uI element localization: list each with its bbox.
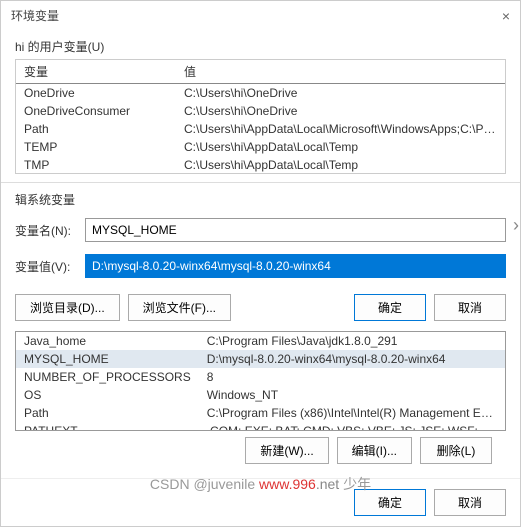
- table-row[interactable]: OneDriveConsumerC:\Users\hi\OneDrive: [16, 102, 505, 120]
- table-row[interactable]: MYSQL_HOMED:\mysql-8.0.20-winx64\mysql-8…: [16, 350, 505, 368]
- var-value-input[interactable]: [85, 254, 506, 278]
- table-row[interactable]: TMPC:\Users\hi\AppData\Local\Temp: [16, 156, 505, 174]
- close-icon[interactable]: ×: [502, 8, 510, 24]
- main-ok-button[interactable]: 确定: [354, 489, 426, 516]
- edit-cancel-button[interactable]: 取消: [434, 294, 506, 321]
- table-row[interactable]: TEMPC:\Users\hi\AppData\Local\Temp: [16, 138, 505, 156]
- table-row[interactable]: OSWindows_NT: [16, 386, 505, 404]
- chevron-right-icon: ›: [513, 215, 519, 236]
- table-row[interactable]: PathC:\Users\hi\AppData\Local\Microsoft\…: [16, 120, 505, 138]
- window-title: 环境变量: [11, 7, 59, 24]
- edit-ok-button[interactable]: 确定: [354, 294, 426, 321]
- user-vars-label: hi 的用户变量(U): [15, 38, 506, 55]
- edit-button[interactable]: 编辑(I)...: [337, 437, 412, 464]
- new-button[interactable]: 新建(W)...: [245, 437, 328, 464]
- table-row[interactable]: PathC:\Program Files (x86)\Intel\Intel(R…: [16, 404, 505, 422]
- col-value: 值: [176, 60, 505, 84]
- browse-file-button[interactable]: 浏览文件(F)...: [128, 294, 231, 321]
- table-row[interactable]: PATHEXT.COM;.EXE;.BAT;.CMD;.VBS;.VBE;.JS…: [16, 422, 505, 431]
- col-name: 变量: [16, 60, 176, 84]
- browse-dir-button[interactable]: 浏览目录(D)...: [15, 294, 120, 321]
- table-row[interactable]: Java_homeC:\Program Files\Java\jdk1.8.0_…: [16, 332, 505, 350]
- sys-vars-table[interactable]: Java_homeC:\Program Files\Java\jdk1.8.0_…: [16, 332, 505, 431]
- var-name-input[interactable]: [85, 218, 506, 242]
- main-cancel-button[interactable]: 取消: [434, 489, 506, 516]
- var-name-label: 变量名(N):: [15, 222, 85, 239]
- var-value-label: 变量值(V):: [15, 258, 85, 275]
- table-row[interactable]: NUMBER_OF_PROCESSORS8: [16, 368, 505, 386]
- user-vars-table[interactable]: 变量 值 OneDriveC:\Users\hi\OneDriveOneDriv…: [16, 60, 505, 174]
- edit-dialog-title: 辑系统变量: [1, 182, 520, 212]
- delete-button[interactable]: 删除(L): [420, 437, 492, 464]
- table-row[interactable]: OneDriveC:\Users\hi\OneDrive: [16, 84, 505, 103]
